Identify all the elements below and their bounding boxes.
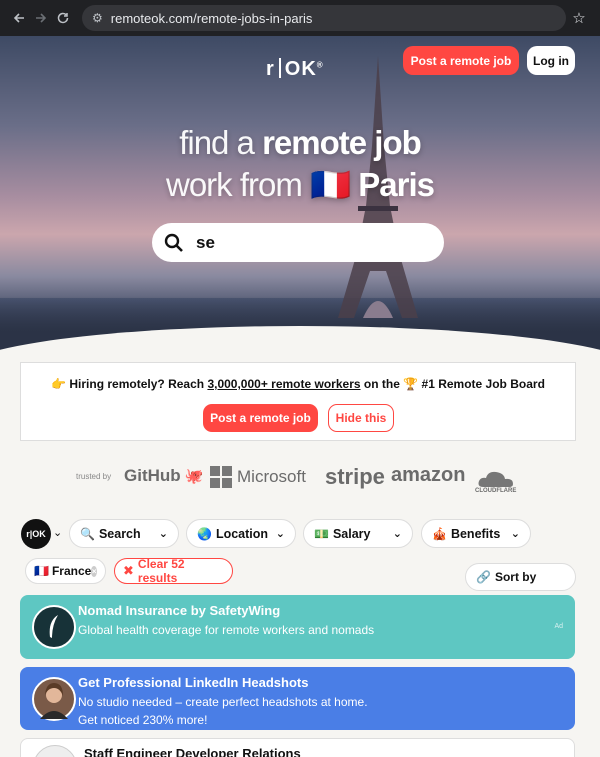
cloudflare-logo: CLOUDFLARE bbox=[475, 470, 516, 494]
hero-curve bbox=[0, 326, 600, 356]
magnifier-icon: 🔍 bbox=[80, 526, 95, 541]
hero-search-box[interactable] bbox=[152, 223, 444, 262]
france-flag: 🇫🇷 bbox=[310, 166, 351, 203]
benefits-filter[interactable]: 🎪 Benefits ⌄ bbox=[421, 519, 531, 548]
job-card-headshots[interactable]: Get Professional LinkedIn Headshots No s… bbox=[20, 667, 575, 730]
company-logo bbox=[33, 745, 77, 757]
headline-city: Paris bbox=[358, 166, 435, 203]
bookmark-star-icon[interactable]: ☆ bbox=[566, 9, 592, 27]
logo-ok: OK bbox=[284, 58, 317, 80]
france-tag[interactable]: 🇫🇷 France × bbox=[25, 558, 106, 584]
stripe-logo: stripe bbox=[325, 464, 385, 489]
search-input[interactable] bbox=[196, 232, 416, 253]
search-filter[interactable]: 🔍 Search ⌄ bbox=[69, 519, 179, 548]
trophy-icon: 🏆 bbox=[403, 377, 419, 391]
hiring-post-job-button[interactable]: Post a remote job bbox=[203, 404, 318, 432]
location-filter-label: Location bbox=[215, 526, 269, 541]
account-logo-r: r bbox=[26, 529, 30, 539]
back-icon[interactable] bbox=[8, 7, 30, 29]
hiring-text-before: Hiring remotely? Reach bbox=[69, 377, 205, 391]
chevron-down-icon: ⌄ bbox=[510, 528, 520, 540]
github-name: GitHub bbox=[124, 466, 181, 485]
account-logo-ok: OK bbox=[32, 529, 46, 539]
hero-headline: find a remote job work from 🇫🇷 Paris bbox=[0, 124, 600, 205]
pointing-hand-icon: 👉 bbox=[51, 377, 67, 391]
job-card-safetywing[interactable]: Nomad Insurance by SafetyWing Global hea… bbox=[20, 595, 575, 659]
microsoft-name: Microsoft bbox=[237, 467, 306, 486]
headline-line1-light: find a bbox=[179, 124, 255, 161]
headline-line1-bold: remote job bbox=[262, 124, 422, 161]
headshot-avatar bbox=[32, 677, 76, 721]
job-description: Global health coverage for remote worker… bbox=[78, 623, 375, 637]
reload-icon[interactable] bbox=[52, 7, 74, 29]
job-title[interactable]: Staff Engineer Developer Relations bbox=[84, 746, 301, 757]
site-settings-icon[interactable]: ⚙ bbox=[92, 11, 103, 25]
hide-banner-button[interactable]: Hide this bbox=[328, 404, 394, 432]
red-x-icon: ✖ bbox=[123, 563, 134, 578]
octocat-icon: 🐙 bbox=[184, 468, 204, 485]
headline-line2-light: work from bbox=[165, 166, 303, 203]
chevron-down-icon: ⌄ bbox=[392, 528, 402, 540]
logo-registered: ® bbox=[316, 60, 324, 70]
search-filter-label: Search bbox=[98, 526, 141, 541]
clear-results-button[interactable]: ✖ Clear 52 results bbox=[114, 557, 233, 585]
chevron-down-icon: ⌄ bbox=[158, 528, 168, 540]
sort-by-button[interactable]: 🔗 Sort by bbox=[465, 563, 576, 591]
sort-icon: 🔗 bbox=[476, 570, 491, 584]
chevron-down-icon: ⌄ bbox=[275, 528, 285, 540]
microsoft-logo: Microsoft bbox=[210, 466, 306, 488]
location-filter[interactable]: 🌏 Location ⌄ bbox=[186, 519, 296, 548]
login-button[interactable]: Log in bbox=[527, 46, 575, 75]
microsoft-grid-icon bbox=[210, 466, 232, 488]
ad-badge: Ad bbox=[554, 623, 563, 630]
hiring-text: 👉 Hiring remotely? Reach 3,000,000+ remo… bbox=[21, 377, 575, 391]
trusted-by-label: trusted by bbox=[76, 472, 112, 481]
hiring-text-middle: on the bbox=[363, 377, 400, 391]
url-text: remoteok.com/remote-jobs-in-paris bbox=[110, 10, 313, 26]
browser-toolbar: ⚙ remoteok.com/remote-jobs-in-paris ☆ bbox=[0, 0, 600, 36]
hiring-banner: 👉 Hiring remotely? Reach 3,000,000+ remo… bbox=[20, 362, 576, 441]
france-flag-icon: 🇫🇷 bbox=[34, 564, 49, 578]
globe-icon: 🌏 bbox=[197, 526, 212, 541]
chevron-down-icon[interactable]: ⌄ bbox=[53, 526, 62, 539]
github-logo: GitHub 🐙 bbox=[124, 466, 203, 486]
cloudflare-name: CLOUDFLARE bbox=[475, 488, 517, 494]
france-tag-label: France bbox=[51, 564, 92, 578]
cloud-icon bbox=[478, 471, 513, 487]
benefits-filter-label: Benefits bbox=[450, 526, 501, 541]
search-icon bbox=[164, 233, 183, 252]
job-description: No studio needed – create perfect headsh… bbox=[78, 695, 368, 727]
post-job-button[interactable]: Post a remote job bbox=[403, 46, 519, 75]
job-card-staff-engineer[interactable]: Staff Engineer Developer Relations bbox=[20, 738, 575, 757]
circus-tent-icon: 🎪 bbox=[432, 526, 447, 541]
safetywing-logo bbox=[32, 605, 76, 649]
money-icon: 💵 bbox=[314, 526, 329, 541]
remote-workers-link[interactable]: 3,000,000+ remote workers bbox=[207, 377, 360, 391]
hero-section: r OK® Post a remote job Log in find a rem… bbox=[0, 36, 600, 356]
sort-by-label: Sort by bbox=[494, 570, 537, 584]
logo-r: r bbox=[266, 58, 275, 80]
job-title[interactable]: Nomad Insurance by SafetyWing bbox=[78, 603, 280, 618]
clear-results-label: Clear 52 results bbox=[137, 557, 185, 585]
hiring-text-after: #1 Remote Job Board bbox=[421, 377, 545, 391]
job-title[interactable]: Get Professional LinkedIn Headshots bbox=[78, 675, 308, 690]
amazon-logo: amazon bbox=[391, 464, 466, 486]
salary-filter-label: Salary bbox=[332, 526, 371, 541]
address-bar[interactable]: ⚙ remoteok.com/remote-jobs-in-paris bbox=[82, 5, 566, 31]
remoteok-logo[interactable]: r OK® bbox=[266, 58, 324, 81]
account-menu-logo[interactable]: r | OK bbox=[21, 519, 51, 549]
salary-filter[interactable]: 💵 Salary ⌄ bbox=[303, 519, 413, 548]
forward-icon[interactable] bbox=[30, 7, 52, 29]
remove-tag-icon[interactable]: × bbox=[91, 565, 97, 577]
